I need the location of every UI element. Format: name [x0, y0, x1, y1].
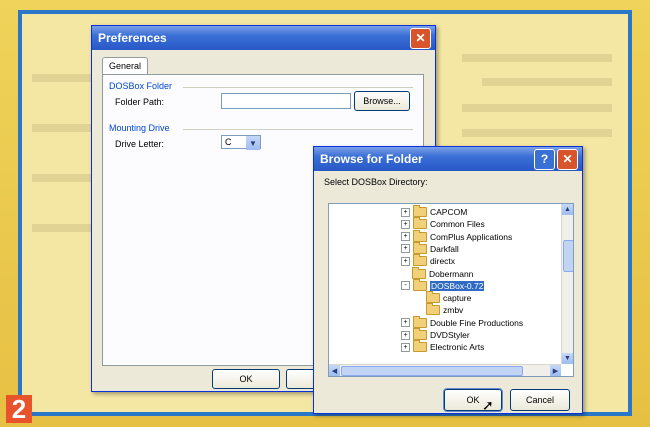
expand-icon[interactable]: +	[401, 232, 410, 242]
ok-button[interactable]: OK	[212, 369, 280, 389]
divider	[183, 129, 413, 130]
text-line	[482, 78, 612, 86]
tree-item-label: ComPlus Applications	[430, 231, 513, 242]
tree-item-label: Double Fine Productions	[430, 317, 524, 328]
tree-item[interactable]: + ComPlus Applications	[401, 229, 513, 243]
folder-icon	[413, 229, 427, 242]
drive-letter-value: C	[225, 137, 232, 147]
tree-item-label: Darkfall	[430, 243, 459, 254]
tree-item-label: Electronic Arts	[430, 342, 485, 353]
text-line	[32, 124, 92, 132]
help-icon[interactable]: ?	[534, 148, 555, 170]
tree-item-label: capture	[443, 293, 472, 304]
tree-item[interactable]: + Electronic Arts	[401, 340, 485, 353]
expand-icon[interactable]: +	[401, 256, 410, 266]
tree-item[interactable]: + CAPCOM	[401, 205, 468, 218]
text-line	[32, 74, 92, 82]
tree-item-label: zmbv	[443, 305, 464, 316]
tree-item[interactable]: capture	[415, 291, 472, 304]
browse-prompt: Select DOSBox Directory:	[324, 177, 428, 187]
folder-path-label: Folder Path:	[115, 97, 165, 107]
folder-path-input[interactable]	[221, 93, 351, 109]
text-line	[462, 54, 612, 62]
tree-item-label: Dobermann	[429, 268, 474, 279]
tree-item[interactable]: Dobermann	[401, 266, 474, 280]
folder-icon	[413, 254, 427, 267]
group-label-mounting-drive: Mounting Drive	[109, 123, 170, 133]
tree-item[interactable]: + DVDStyler	[401, 328, 470, 341]
folder-icon	[413, 241, 427, 254]
browse-titlebar[interactable]: Browse for Folder ? ✕	[314, 147, 582, 171]
mouse-cursor-icon: ➚	[482, 397, 494, 413]
tree-item-label: Common Files	[430, 219, 485, 230]
drive-letter-select[interactable]: C ▼	[221, 135, 261, 150]
scroll-right-icon[interactable]: ▶	[550, 365, 561, 376]
close-icon[interactable]: ✕	[557, 148, 578, 170]
tree-item[interactable]: + Common Files	[401, 217, 485, 230]
folder-icon	[413, 205, 427, 217]
folder-icon	[426, 291, 440, 304]
cancel-button[interactable]: Cancel	[510, 389, 570, 411]
tree-item[interactable]: zmbv	[415, 303, 464, 316]
tree-item[interactable]: + Darkfall	[401, 241, 459, 255]
preferences-titlebar[interactable]: Preferences ✕	[92, 26, 435, 50]
tree-item-label: DOSBox-0.72	[430, 280, 485, 291]
tree-item-label: CAPCOM	[430, 207, 468, 217]
divider	[183, 87, 413, 88]
folder-icon	[413, 328, 427, 340]
close-icon[interactable]: ✕	[410, 27, 431, 49]
scroll-down-icon[interactable]: ▼	[562, 353, 573, 364]
vertical-scrollbar[interactable]: ▲ ▼	[561, 204, 573, 364]
scroll-thumb[interactable]	[341, 366, 523, 376]
tree-item-label: DVDStyler	[430, 330, 470, 340]
step-number-badge: 2	[6, 394, 32, 424]
folder-tree[interactable]: ▲ ▼ ◀ ▶ + CAPCOM + Common Files + ComPlus App…	[328, 203, 574, 377]
horizontal-scrollbar[interactable]: ◀ ▶	[329, 364, 561, 376]
tab-general[interactable]: General	[102, 57, 149, 74]
expand-icon[interactable]: +	[401, 342, 410, 352]
tree-item-label: directx	[430, 256, 456, 267]
text-line	[462, 129, 612, 137]
browse-button[interactable]: Browse...	[354, 91, 410, 111]
scroll-up-icon[interactable]: ▲	[562, 204, 573, 215]
folder-icon	[413, 217, 427, 230]
tree-item[interactable]: + directx	[401, 254, 456, 267]
expand-icon[interactable]: +	[401, 244, 410, 254]
browse-folder-window: Browse for Folder ? ✕ Select DOSBox Dire…	[313, 146, 583, 414]
text-line	[462, 104, 612, 112]
tree-item[interactable]: - DOSBox-0.72	[401, 278, 485, 292]
browse-title: Browse for Folder	[320, 152, 423, 166]
group-label-dosbox-folder: DOSBox Folder	[109, 81, 173, 91]
expand-icon[interactable]: +	[401, 207, 410, 217]
folder-icon	[412, 266, 426, 279]
collapse-icon[interactable]: -	[401, 281, 410, 291]
scroll-left-icon[interactable]: ◀	[329, 365, 340, 376]
folder-icon	[413, 340, 427, 353]
folder-icon	[426, 303, 440, 316]
chevron-down-icon[interactable]: ▼	[246, 136, 260, 150]
text-line	[32, 224, 92, 232]
folder-icon	[413, 315, 427, 328]
expand-icon[interactable]: +	[401, 330, 410, 340]
expand-icon[interactable]: +	[401, 318, 410, 328]
drive-letter-label: Drive Letter:	[115, 139, 165, 149]
preferences-title: Preferences	[98, 31, 167, 45]
tree-item[interactable]: + Double Fine Productions	[401, 315, 524, 329]
expand-icon[interactable]: +	[401, 219, 410, 229]
scroll-thumb[interactable]	[563, 240, 573, 272]
folder-icon	[413, 278, 427, 291]
text-line	[32, 174, 92, 182]
